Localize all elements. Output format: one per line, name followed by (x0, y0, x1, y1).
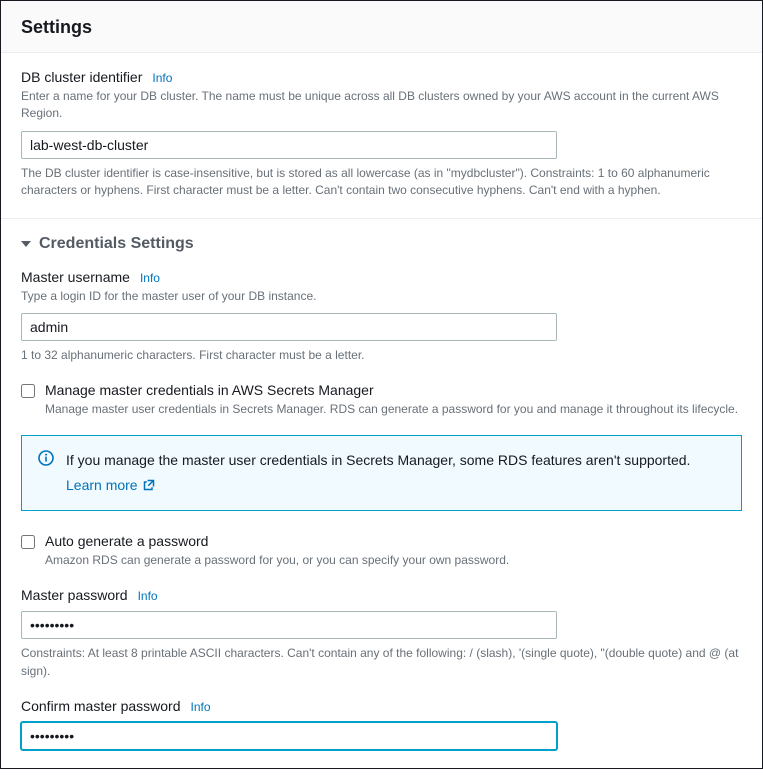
secrets-manager-label: Manage master credentials in AWS Secrets… (45, 382, 742, 398)
cluster-id-hint: Enter a name for your DB cluster. The na… (21, 88, 742, 123)
learn-more-link[interactable]: Learn more (66, 475, 155, 496)
confirm-password-info-link[interactable]: Info (191, 700, 211, 714)
secrets-manager-checkbox[interactable] (21, 384, 35, 398)
auto-generate-block: Auto generate a password Amazon RDS can … (21, 533, 742, 569)
master-username-constraint: 1 to 32 alphanumeric characters. First c… (21, 347, 742, 364)
panel-header: Settings (1, 1, 762, 53)
secrets-manager-info-box: If you manage the master user credential… (21, 435, 742, 511)
master-username-info-link[interactable]: Info (140, 271, 160, 285)
secrets-manager-block: Manage master credentials in AWS Secrets… (21, 382, 742, 418)
master-username-input[interactable] (21, 313, 557, 341)
auto-generate-checkbox[interactable] (21, 535, 35, 549)
secrets-manager-desc: Manage master user credentials in Secret… (45, 401, 742, 418)
cluster-id-label: DB cluster identifier (21, 69, 142, 85)
cluster-id-input[interactable] (21, 131, 557, 159)
confirm-password-input[interactable] (21, 722, 557, 750)
info-box-text: If you manage the master user credential… (66, 452, 690, 468)
master-password-info-link[interactable]: Info (138, 589, 158, 603)
master-password-constraint: Constraints: At least 8 printable ASCII … (21, 645, 742, 680)
auto-generate-desc: Amazon RDS can generate a password for y… (45, 552, 742, 569)
auto-generate-label: Auto generate a password (45, 533, 742, 549)
credentials-toggle[interactable]: Credentials Settings (21, 235, 742, 253)
info-icon (38, 450, 54, 466)
master-password-block: Master password Info Constraints: At lea… (21, 587, 742, 680)
confirm-password-label: Confirm master password (21, 698, 181, 714)
master-username-hint: Type a login ID for the master user of y… (21, 288, 742, 305)
master-password-label: Master password (21, 587, 128, 603)
confirm-password-block: Confirm master password Info (21, 698, 742, 750)
page-title: Settings (21, 17, 742, 38)
credentials-title: Credentials Settings (39, 235, 194, 253)
cluster-id-section: DB cluster identifier Info Enter a name … (1, 53, 762, 219)
settings-panel: Settings DB cluster identifier Info Ente… (0, 0, 763, 769)
master-username-block: Master username Info Type a login ID for… (21, 269, 742, 365)
master-username-label: Master username (21, 269, 130, 285)
cluster-id-info-link[interactable]: Info (152, 71, 172, 85)
cluster-id-constraint: The DB cluster identifier is case-insens… (21, 165, 742, 200)
credentials-body: Master username Info Type a login ID for… (21, 269, 742, 750)
master-password-input[interactable] (21, 611, 557, 639)
caret-down-icon (21, 241, 31, 247)
external-link-icon (143, 479, 155, 491)
learn-more-label: Learn more (66, 475, 138, 496)
credentials-section: Credentials Settings Master username Inf… (1, 219, 762, 768)
